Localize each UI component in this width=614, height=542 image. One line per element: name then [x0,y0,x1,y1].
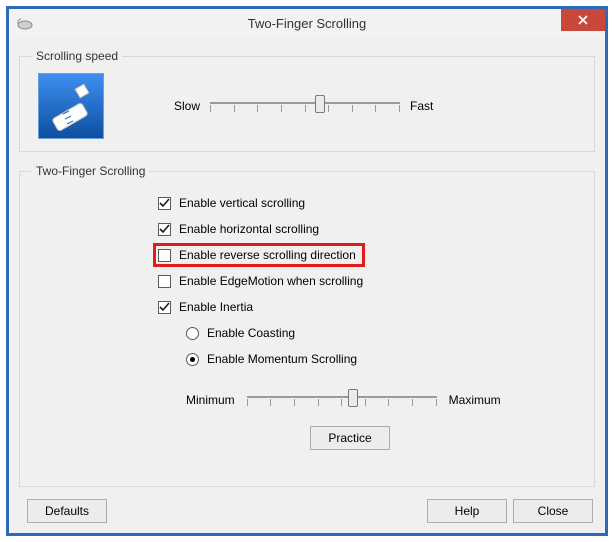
legend-scrolling-speed: Scrolling speed [32,49,122,63]
close-icon [578,15,588,25]
window-title: Two-Finger Scrolling [9,16,605,31]
label-minimum: Minimum [186,393,235,407]
checkbox-reverse-scrolling[interactable] [158,249,171,262]
slider-thumb[interactable] [348,389,358,407]
group-scrolling-speed: Scrolling speed Slow Fas [19,49,595,152]
highlight-reverse-scrolling: Enable reverse scrolling direction [153,243,365,267]
radio-momentum[interactable] [186,353,199,366]
practice-button[interactable]: Practice [310,426,390,450]
checkbox-horizontal-scrolling[interactable] [158,223,171,236]
label-maximum: Maximum [449,393,501,407]
touchpad-icon [38,73,104,139]
label-reverse-scrolling: Enable reverse scrolling direction [179,248,356,262]
slider-thumb[interactable] [315,95,325,113]
label-slow: Slow [174,99,200,113]
radio-coasting[interactable] [186,327,199,340]
label-inertia: Enable Inertia [179,300,253,314]
legend-two-finger: Two-Finger Scrolling [32,164,149,178]
label-edgemotion: Enable EdgeMotion when scrolling [179,274,363,288]
label-momentum: Enable Momentum Scrolling [207,352,357,366]
checkbox-edgemotion[interactable] [158,275,171,288]
defaults-button[interactable]: Defaults [27,499,107,523]
help-button[interactable]: Help [427,499,507,523]
app-icon [15,13,35,33]
label-horizontal-scrolling: Enable horizontal scrolling [179,222,319,236]
scrolling-speed-slider[interactable] [210,92,400,120]
window-close-button[interactable] [561,9,605,31]
inertia-slider[interactable] [247,386,437,414]
titlebar: Two-Finger Scrolling [9,9,605,37]
checkbox-vertical-scrolling[interactable] [158,197,171,210]
button-bar: Defaults Help Close [19,495,595,525]
label-coasting: Enable Coasting [207,326,295,340]
checkbox-inertia[interactable] [158,301,171,314]
label-vertical-scrolling: Enable vertical scrolling [179,196,305,210]
label-fast: Fast [410,99,433,113]
group-two-finger-scrolling: Two-Finger Scrolling Enable vertical scr… [19,164,595,487]
close-button[interactable]: Close [513,499,593,523]
